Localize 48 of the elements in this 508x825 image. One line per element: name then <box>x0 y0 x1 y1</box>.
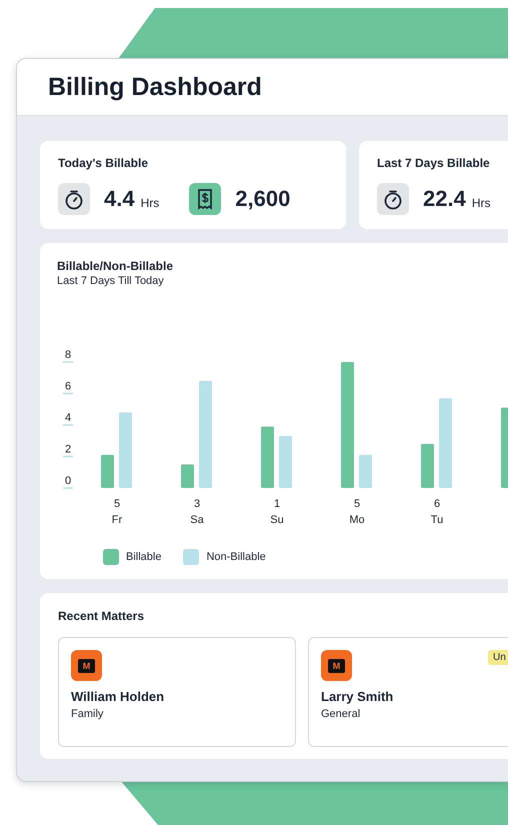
axis-tick-label: 8 <box>63 349 73 363</box>
chart-subtitle: Last 7 Days Till Today <box>57 275 165 287</box>
section-title: Recent Matters <box>58 609 146 623</box>
axis-day-label: Sa <box>190 514 204 526</box>
axis-day-label: Tu <box>430 514 444 526</box>
bar <box>181 464 194 488</box>
axis-tick-label: 6 <box>63 380 73 394</box>
bar <box>359 454 372 488</box>
axis-value-label: 5 <box>354 498 360 510</box>
axis-value-label: 5 <box>114 498 120 510</box>
axis-value-label: 1 <box>274 498 280 510</box>
stat-value: 22.4 <box>423 186 466 212</box>
status-badge: Un <box>488 650 508 665</box>
window-title: Billing Dashboard <box>48 72 262 102</box>
stopwatch-icon <box>377 183 409 215</box>
stat-value: 2,600 <box>235 186 290 212</box>
legend-label: Billable <box>126 551 162 563</box>
chart-title: Billable/Non-Billable <box>57 259 174 273</box>
bar <box>279 436 292 488</box>
stat-title: Today's Billable <box>58 156 149 170</box>
bar <box>261 426 274 488</box>
stat-value: 4.4 <box>104 186 135 212</box>
axis-value-label: 6 <box>434 498 440 510</box>
bar <box>421 444 434 488</box>
axis-day-label: Su <box>270 514 284 526</box>
bar <box>101 454 114 488</box>
folder-logo-icon: M <box>71 650 102 681</box>
matter-name: Larry Smith <box>321 689 394 704</box>
axis-day-label: Fr <box>112 514 122 526</box>
axis-tick-label: 0 <box>63 475 73 489</box>
axis-tick-label: 2 <box>63 444 73 458</box>
axis-day-label: Mo <box>349 514 365 526</box>
axis-tick-label: 4 <box>63 412 73 426</box>
matter-type: Family <box>71 708 104 720</box>
axis-value-label: 3 <box>194 498 200 510</box>
folder-logo-icon: M <box>321 650 352 681</box>
legend-swatch <box>183 549 200 565</box>
stat-unit: Hrs <box>472 196 490 210</box>
stopwatch-icon <box>58 183 90 215</box>
matter-card[interactable]: M Larry Smith General Un <box>308 637 508 747</box>
matter-name: William Holden <box>71 689 166 704</box>
matter-card[interactable]: M William Holden Family <box>58 637 296 747</box>
stat-unit: Hrs <box>140 196 160 210</box>
matter-type: General <box>321 708 362 720</box>
stat-title: Last 7 Days Billable <box>377 156 491 170</box>
legend-label: Non-Billable <box>206 551 266 563</box>
legend-swatch <box>103 549 119 565</box>
receipt-dollar-icon <box>189 183 222 215</box>
